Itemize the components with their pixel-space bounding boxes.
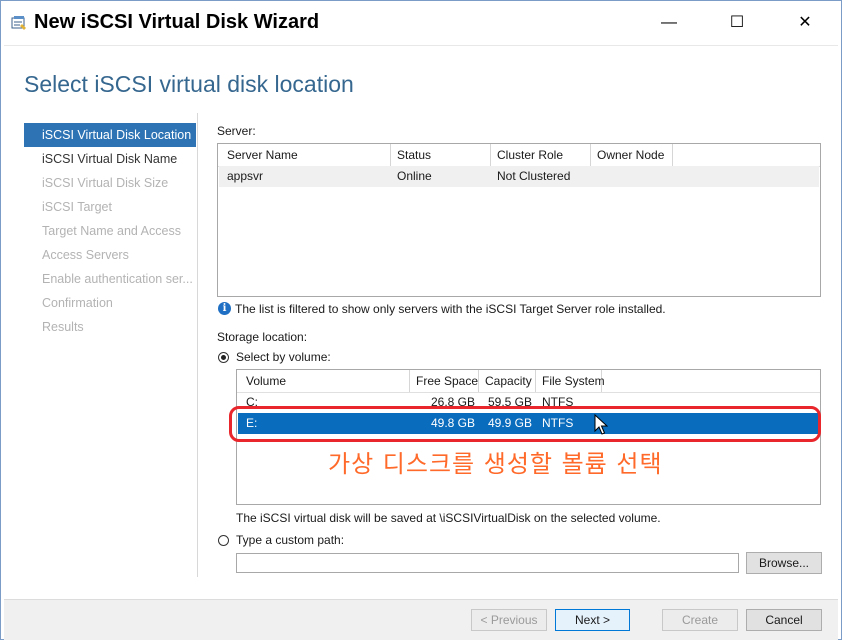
title-bar[interactable]: New iSCSI Virtual Disk Wizard — ☐ ✕ <box>1 1 841 45</box>
page-title: Select iSCSI virtual disk location <box>24 71 354 97</box>
col-cluster-role[interactable]: Cluster Role <box>491 144 591 166</box>
wizard-window: New iSCSI Virtual Disk Wizard — ☐ ✕ Sele… <box>0 0 842 640</box>
nav-step-disk-size: iSCSI Virtual Disk Size <box>42 176 169 190</box>
col-file-system[interactable]: File System <box>536 370 605 392</box>
cancel-button[interactable]: Cancel <box>746 609 822 631</box>
storage-location-label: Storage location: <box>217 330 308 344</box>
server-grid-header: Server Name Status Cluster Role Owner No… <box>218 144 820 167</box>
previous-button[interactable]: < Previous <box>471 609 547 631</box>
col-status[interactable]: Status <box>391 144 491 166</box>
table-row[interactable]: appsvr Online Not Clustered <box>219 166 819 187</box>
nav-step-results: Results <box>42 320 84 334</box>
col-owner-node[interactable]: Owner Node <box>591 144 673 166</box>
browse-button[interactable]: Browse... <box>746 552 822 574</box>
nav-step-authentication: Enable authentication ser... <box>42 272 193 286</box>
volume-grid-header: Volume Free Space Capacity File System <box>237 370 820 393</box>
main-panel: Server: Server Name Status Cluster Role … <box>217 113 823 599</box>
nav-step-access-servers: Access Servers <box>42 248 129 262</box>
select-by-volume-label[interactable]: Select by volume: <box>236 350 331 364</box>
server-label: Server: <box>217 124 256 138</box>
nav-step-confirmation: Confirmation <box>42 296 113 310</box>
nav-step-disk-location[interactable]: iSCSI Virtual Disk Location <box>24 123 196 147</box>
wizard-footer: < Previous Next > Create Cancel <box>4 599 838 640</box>
col-free-space[interactable]: Free Space <box>410 370 479 392</box>
close-icon[interactable]: ✕ <box>785 9 825 37</box>
wizard-header: Select iSCSI virtual disk location <box>4 45 838 114</box>
col-capacity[interactable]: Capacity <box>479 370 536 392</box>
save-location-note: The iSCSI virtual disk will be saved at … <box>236 511 661 525</box>
next-button[interactable]: Next > <box>555 609 630 631</box>
window-title: New iSCSI Virtual Disk Wizard <box>34 11 320 33</box>
col-server-name[interactable]: Server Name <box>221 144 391 166</box>
server-status-cell: Online <box>397 169 432 183</box>
server-name-cell: appsvr <box>227 169 264 183</box>
nav-step-target-name: Target Name and Access <box>42 224 181 238</box>
minimize-icon[interactable]: — <box>649 9 689 37</box>
info-icon: i <box>218 302 231 315</box>
annotation-highlight-box <box>229 406 821 442</box>
server-grid[interactable]: Server Name Status Cluster Role Owner No… <box>217 143 821 297</box>
wizard-content: iSCSI Virtual Disk Location iSCSI Virtua… <box>4 113 838 599</box>
filter-info-text: The list is filtered to show only server… <box>235 302 666 316</box>
nav-step-iscsi-target: iSCSI Target <box>42 200 112 214</box>
maximize-icon[interactable]: ☐ <box>717 9 757 37</box>
custom-path-radio[interactable] <box>218 535 229 546</box>
custom-path-label[interactable]: Type a custom path: <box>236 533 344 547</box>
nav-divider <box>197 113 198 577</box>
col-volume[interactable]: Volume <box>240 370 410 392</box>
wizard-step-nav: iSCSI Virtual Disk Location iSCSI Virtua… <box>24 123 196 339</box>
create-button[interactable]: Create <box>662 609 738 631</box>
custom-path-input[interactable] <box>236 553 739 573</box>
mouse-cursor-icon <box>594 414 608 435</box>
server-cluster-cell: Not Clustered <box>497 169 571 183</box>
annotation-text: 가상 디스크를 생성할 볼륨 선택 <box>328 450 663 478</box>
select-by-volume-radio[interactable] <box>218 352 229 363</box>
nav-step-disk-name[interactable]: iSCSI Virtual Disk Name <box>24 147 196 171</box>
wizard-app-icon <box>11 16 26 30</box>
